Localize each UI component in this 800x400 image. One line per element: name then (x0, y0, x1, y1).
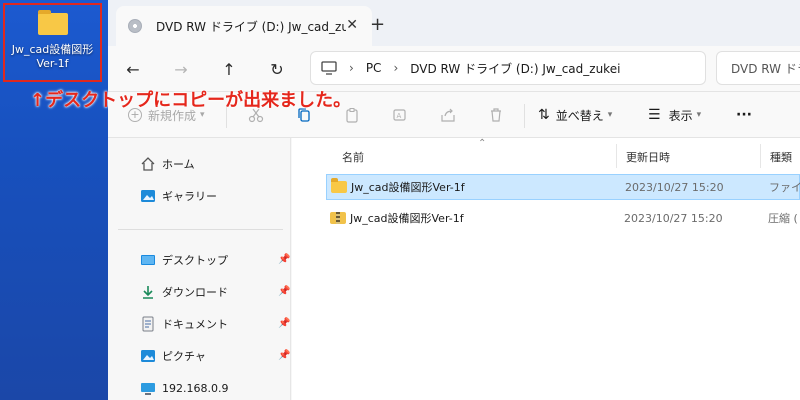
close-tab-icon[interactable]: ✕ (346, 17, 358, 33)
desktop-folder-icon[interactable]: Jw_cad設備図形 Ver-1f (3, 3, 102, 82)
delete-button[interactable] (488, 104, 504, 126)
desktop-background: Jw_cad設備図形 Ver-1f (0, 0, 108, 400)
sidebar-item-pictures[interactable]: ピクチャ (140, 346, 206, 366)
desktop-folder-label: Jw_cad設備図形 Ver-1f (11, 43, 94, 70)
gallery-icon (141, 190, 155, 202)
download-icon (143, 286, 153, 299)
address-bar[interactable]: › PC › DVD RW ドライブ (D:) Jw_cad_zukei (310, 51, 706, 85)
breadcrumb-separator: › (349, 61, 354, 75)
column-header-date[interactable]: 更新日時 (626, 149, 670, 165)
tab-title: DVD RW ドライブ (D:) Jw_cad_zu (156, 19, 346, 34)
view-list-icon: ☰ (648, 107, 661, 123)
pin-icon: 📌 (278, 254, 291, 265)
column-header-name[interactable]: 名前 (342, 149, 364, 165)
chevron-down-icon: ▾ (696, 110, 702, 120)
file-type: ファイル (769, 181, 800, 194)
sidebar-item-label: ホーム (162, 158, 195, 171)
pin-icon: 📌 (278, 286, 291, 297)
pin-icon: 📌 (278, 318, 291, 329)
file-name: Jw_cad設備図形Ver-1f (350, 212, 464, 225)
tab-bar: DVD RW ドライブ (D:) Jw_cad_zu ✕ + (108, 0, 800, 46)
navigation-pane: ホーム ギャラリー デスクトップ 📌 ダウンロード 📌 ドキュメント 📌 ピクチ… (108, 138, 291, 400)
sidebar-item-downloads[interactable]: ダウンロード (140, 282, 228, 302)
sidebar-item-network-location[interactable]: 192.168.0.9 (140, 378, 228, 398)
toolbar-divider (524, 104, 525, 128)
annotation-text: ↑デスクトップにコピーが出来ました。 (30, 90, 352, 111)
folder-icon (37, 10, 68, 35)
search-input[interactable]: DVD RW ドライ (716, 51, 800, 85)
breadcrumb-separator: › (393, 61, 399, 75)
forward-button[interactable]: → (168, 56, 194, 82)
view-button-label: 表示 (668, 108, 693, 123)
sidebar-item-documents[interactable]: ドキュメント (140, 314, 228, 334)
list-item[interactable]: Jw_cad設備図形Ver-1f 2023/10/27 15:20 圧縮 ( (326, 205, 800, 231)
home-icon (141, 157, 155, 171)
view-button[interactable]: ☰ 表示 ▾ (648, 104, 701, 126)
desktop-icon (141, 255, 155, 265)
trash-icon (491, 108, 501, 122)
column-header-type[interactable]: 種類 (770, 149, 792, 165)
sidebar-item-home[interactable]: ホーム (140, 154, 195, 174)
sidebar-item-label: ギャラリー (162, 190, 217, 203)
share-icon (441, 108, 455, 122)
sidebar-item-label: ピクチャ (162, 350, 206, 363)
pin-icon: 📌 (278, 350, 291, 361)
back-button[interactable]: ← (120, 56, 146, 82)
folder-icon (331, 178, 347, 193)
zip-folder-icon (330, 212, 346, 224)
refresh-button[interactable]: ↻ (264, 56, 290, 82)
file-type: 圧縮 ( (768, 212, 798, 225)
sidebar-item-label: 192.168.0.9 (162, 381, 229, 395)
rename-icon: A (393, 109, 406, 121)
sidebar-item-label: ドキュメント (162, 318, 228, 331)
breadcrumb-current[interactable]: DVD RW ドライブ (D:) Jw_cad_zukei (410, 60, 620, 77)
sidebar-item-label: デスクトップ (162, 254, 228, 267)
file-explorer-window: DVD RW ドライブ (D:) Jw_cad_zu ✕ + ← → ↑ ↻ ›… (108, 0, 800, 400)
share-button[interactable] (440, 104, 456, 126)
sort-button[interactable]: ⇅ 並べ替え ▾ (538, 104, 612, 126)
monitor-icon (321, 61, 337, 75)
file-date: 2023/10/27 15:20 (624, 211, 723, 225)
file-name: Jw_cad設備図形Ver-1f (351, 181, 465, 194)
list-item[interactable]: Jw_cad設備図形Ver-1f 2023/10/27 15:20 ファイル (326, 174, 800, 200)
rename-button[interactable]: A (392, 104, 408, 126)
column-divider (760, 144, 761, 168)
svg-text:A: A (397, 112, 402, 120)
network-drive-icon (141, 383, 155, 395)
column-divider (616, 144, 617, 168)
sidebar-item-gallery[interactable]: ギャラリー (140, 186, 217, 206)
file-list: ⌃ 名前 更新日時 種類 Jw_cad設備図形Ver-1f 2023/10/27… (292, 138, 800, 400)
new-tab-button[interactable]: + (370, 14, 385, 35)
chevron-down-icon: ▾ (607, 110, 613, 120)
more-options-button[interactable]: ··· (736, 104, 752, 126)
sidebar-divider (118, 229, 283, 230)
sidebar-item-desktop[interactable]: デスクトップ (140, 250, 228, 270)
file-date: 2023/10/27 15:20 (625, 180, 724, 194)
tab-dvd-drive[interactable]: DVD RW ドライブ (D:) Jw_cad_zu ✕ (116, 6, 372, 46)
up-button[interactable]: ↑ (216, 56, 242, 82)
dvd-drive-icon (128, 19, 142, 33)
document-icon (142, 316, 154, 332)
sort-button-label: 並べ替え (555, 108, 604, 123)
sidebar-item-label: ダウンロード (162, 286, 228, 299)
pictures-icon (141, 350, 155, 362)
sort-indicator-icon: ⌃ (478, 138, 487, 149)
breadcrumb-pc[interactable]: PC (366, 61, 382, 75)
sort-icon: ⇅ (538, 107, 550, 123)
